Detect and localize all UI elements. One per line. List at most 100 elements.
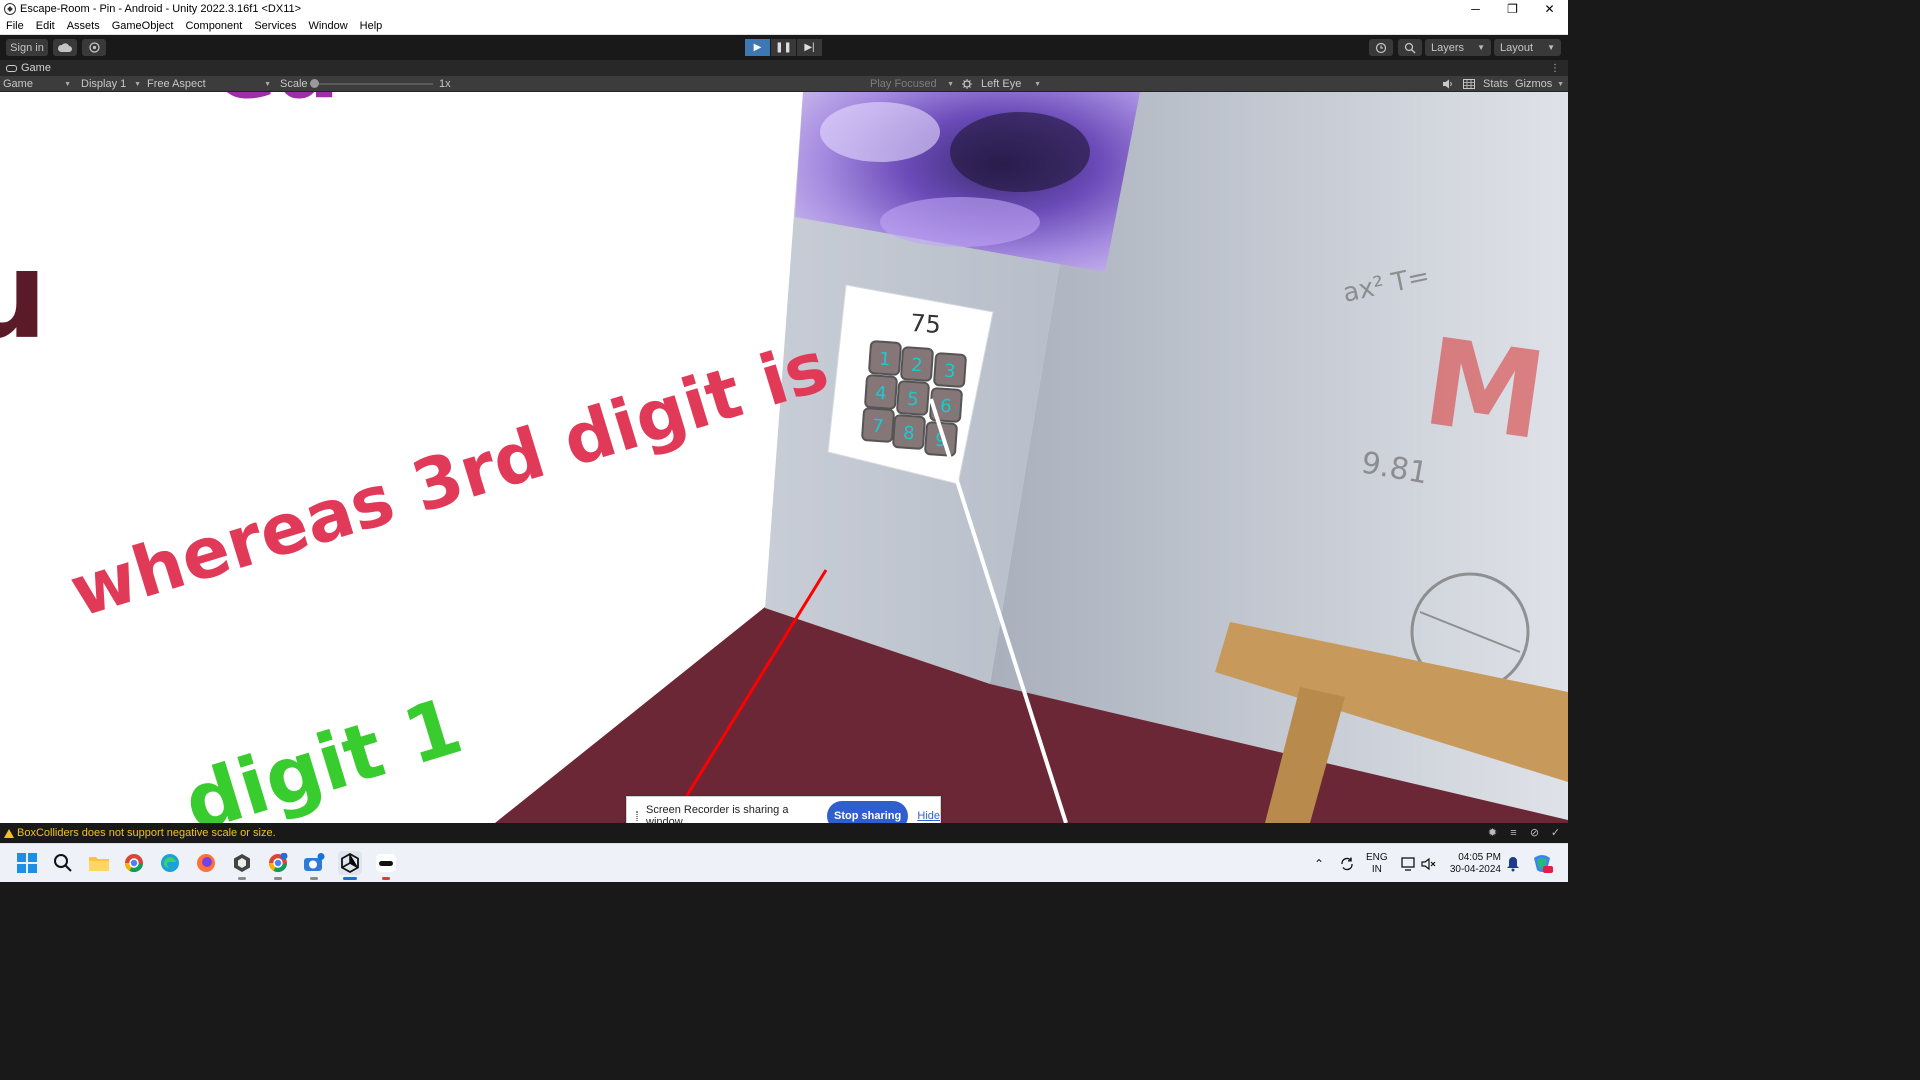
grid-layout-icon[interactable]	[1463, 76, 1475, 92]
keypad-key-5[interactable]: 5	[896, 380, 930, 416]
view-dropdown[interactable]: Game ▼	[3, 76, 71, 92]
chevron-down-icon: ▼	[1547, 43, 1555, 52]
game-viewport[interactable]: M ax² T= 9.81 ea u whereas 3rd digit is …	[0, 92, 1568, 823]
scale-slider-handle[interactable]	[310, 79, 319, 88]
network-icon[interactable]	[1401, 844, 1417, 883]
sign-in-button[interactable]: Sign in	[6, 39, 48, 56]
keypad-key-7[interactable]: 7	[861, 407, 895, 443]
debug-icon[interactable]: ✹	[1486, 826, 1499, 839]
collab-icon[interactable]	[82, 39, 106, 56]
clock-time: 04:05 PM	[1458, 851, 1501, 863]
keypad-key-4[interactable]: 4	[864, 374, 898, 410]
drag-handle-icon[interactable]	[636, 810, 638, 821]
wall-text-purple: ea	[215, 92, 339, 119]
copilot-icon[interactable]	[1531, 844, 1553, 883]
console-warning[interactable]: BoxColliders does not support negative s…	[17, 827, 276, 839]
menu-services[interactable]: Services	[248, 20, 302, 32]
menu-component[interactable]: Component	[179, 20, 248, 32]
gizmos-dropdown[interactable]: Gizmos ▼	[1515, 76, 1564, 92]
keypad-key-2[interactable]: 2	[900, 346, 934, 382]
keypad-key-3[interactable]: 3	[933, 352, 967, 388]
eye-dropdown[interactable]: Left Eye ▼	[981, 76, 1041, 92]
cache-icon[interactable]: ≡	[1507, 826, 1520, 839]
chrome-icon[interactable]	[122, 851, 146, 875]
menu-help[interactable]: Help	[354, 20, 389, 32]
more-options-icon[interactable]: ⋮	[1550, 63, 1560, 74]
chevron-down-icon: ▼	[134, 80, 141, 88]
auto-generate-icon[interactable]: ⊘	[1528, 826, 1541, 839]
menu-file[interactable]: File	[0, 20, 30, 32]
view-dropdown-label: Game	[3, 78, 33, 90]
chevron-down-icon: ▼	[1034, 80, 1041, 88]
tab-game[interactable]: Game	[0, 62, 51, 74]
clock[interactable]: 04:05 PM 30-04-2024	[1447, 844, 1501, 883]
menu-gameobject[interactable]: GameObject	[106, 20, 180, 32]
gizmos-label: Gizmos	[1515, 78, 1553, 90]
meta-quest-link-icon[interactable]	[374, 851, 398, 875]
windows-start-icon[interactable]	[15, 851, 39, 875]
keypad-key-7-label: 7	[871, 416, 884, 438]
language-line-2: IN	[1371, 863, 1382, 875]
scale-value: 1x	[439, 78, 451, 90]
window-title: Escape-Room - Pin - Android - Unity 2022…	[20, 3, 302, 15]
close-button[interactable]: ✕	[1531, 0, 1568, 18]
language-line-1: ENG	[1366, 851, 1388, 863]
menu-window[interactable]: Window	[303, 20, 354, 32]
sync-icon[interactable]	[1339, 844, 1355, 883]
play-button[interactable]: ▶	[745, 39, 770, 56]
running-indicator	[238, 877, 246, 880]
hide-link[interactable]: Hide	[917, 810, 940, 822]
pause-icon: ❚❚	[775, 42, 792, 53]
svg-text:M: M	[1416, 313, 1554, 467]
keypad-key-8-label: 8	[902, 423, 915, 445]
aspect-dropdown[interactable]: Free Aspect ▼	[147, 76, 271, 92]
history-icon[interactable]	[1369, 39, 1393, 56]
search-icon[interactable]	[51, 851, 75, 875]
menu-bar: File Edit Assets GameObject Component Se…	[0, 18, 1568, 35]
step-button[interactable]: ▶|	[797, 39, 822, 56]
stats-button[interactable]: Stats	[1483, 76, 1508, 92]
keypad-key-8[interactable]: 8	[892, 414, 926, 450]
firefox-icon[interactable]	[194, 851, 218, 875]
aspect-dropdown-label: Free Aspect	[147, 78, 206, 90]
maximize-button[interactable]: ❐	[1494, 0, 1531, 18]
title-bar: Escape-Room - Pin - Android - Unity 2022…	[0, 0, 1568, 18]
scene-render: M ax² T= 9.81 ea u whereas 3rd digit is …	[0, 92, 1568, 823]
keypad-key-6-label: 6	[939, 396, 952, 418]
unity-editor-icon[interactable]	[338, 851, 362, 875]
keypad-key-1-label: 1	[878, 349, 891, 371]
display-dropdown[interactable]: Display 1 ▼	[81, 76, 141, 92]
file-explorer-icon[interactable]	[87, 851, 111, 875]
keypad-key-1[interactable]: 1	[868, 340, 902, 376]
keypad-keys: 1 2 3 4 5 6 7 8 9	[861, 340, 967, 457]
menu-assets[interactable]: Assets	[61, 20, 106, 32]
play-focused-dropdown[interactable]: Play Focused ▼	[870, 76, 954, 92]
chevron-down-icon: ▼	[64, 80, 71, 88]
pause-button[interactable]: ❚❚	[771, 39, 796, 56]
camera-app-icon[interactable]	[302, 851, 326, 875]
chrome-profile-icon[interactable]	[266, 851, 290, 875]
status-bar: BoxColliders does not support negative s…	[0, 823, 1568, 843]
keypad-key-2-label: 2	[910, 355, 923, 377]
scale-slider-track[interactable]	[313, 83, 433, 85]
mute-audio-icon[interactable]	[1442, 76, 1454, 92]
layers-dropdown[interactable]: Layers ▼	[1425, 39, 1491, 56]
search-icon[interactable]	[1398, 39, 1422, 56]
keypad-key-5-label: 5	[906, 389, 919, 411]
cloud-icon[interactable]	[53, 39, 77, 56]
active-indicator	[343, 877, 357, 880]
layout-dropdown[interactable]: Layout ▼	[1494, 39, 1561, 56]
edge-icon[interactable]	[158, 851, 182, 875]
wall-text-dark: u	[0, 227, 47, 366]
language-indicator[interactable]: ENG IN	[1366, 844, 1388, 883]
menu-edit[interactable]: Edit	[30, 20, 61, 32]
tray-overflow-icon[interactable]: ⌃	[1314, 844, 1324, 883]
keypad-key-4-label: 4	[874, 383, 887, 405]
unity-hub-icon[interactable]	[230, 851, 254, 875]
check-icon[interactable]: ✓	[1549, 826, 1562, 839]
play-focused-label: Play Focused	[870, 78, 937, 90]
minimize-button[interactable]: ─	[1457, 0, 1494, 18]
volume-muted-icon[interactable]	[1421, 844, 1437, 883]
notifications-bell-icon[interactable]	[1506, 844, 1520, 883]
debug-bug-icon[interactable]	[961, 76, 973, 92]
